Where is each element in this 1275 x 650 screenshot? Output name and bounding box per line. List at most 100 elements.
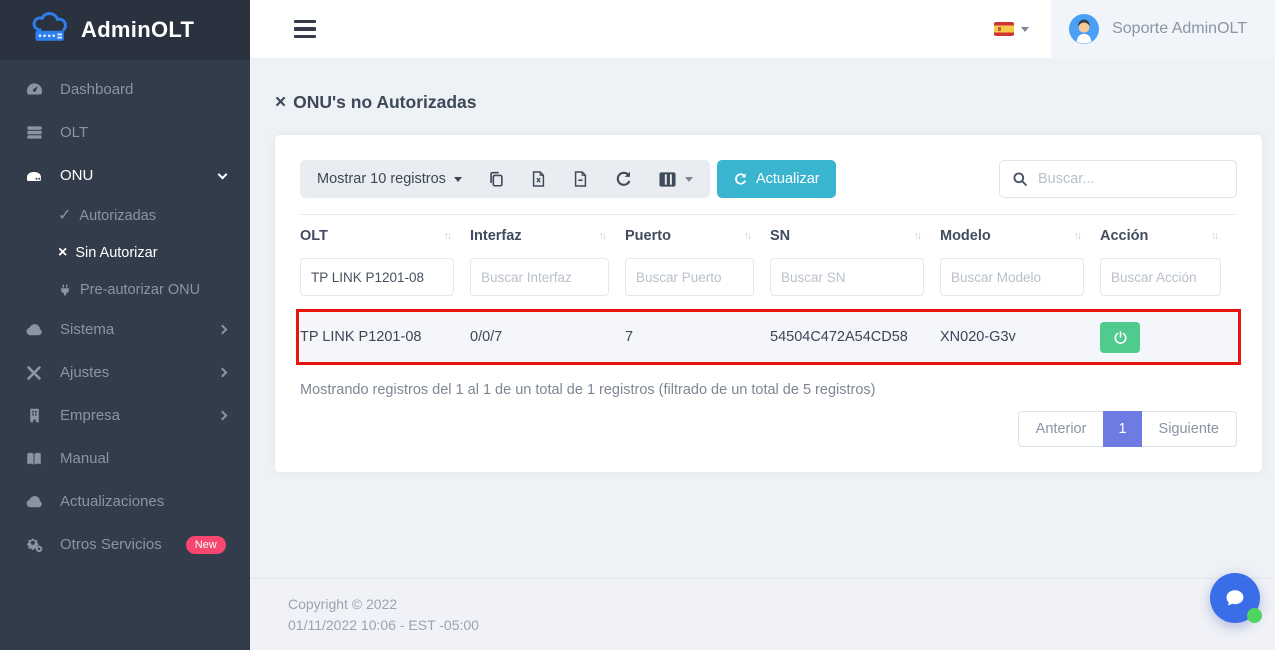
sidebar-item-manual[interactable]: Manual	[0, 437, 250, 480]
sidebar-item-ajustes[interactable]: Ajustes	[0, 351, 250, 394]
caret-down-icon	[454, 177, 462, 182]
footer: Copyright © 2022 01/11/2022 10:06 - EST …	[250, 578, 1275, 650]
toolbar-buttons-group: Mostrar 10 registros	[300, 160, 710, 198]
search-box	[999, 160, 1237, 198]
column-header-accion[interactable]: Acción↑↓	[1100, 228, 1237, 244]
chevron-right-icon	[218, 411, 228, 421]
filter-modelo-input[interactable]	[940, 258, 1084, 296]
sidebar-item-pre-autorizar[interactable]: Pre-autorizar ONU	[0, 271, 250, 308]
sidebar-item-onu[interactable]: ONU	[0, 154, 250, 197]
sidebar-nav: Dashboard OLT ONU ✓ Autorizadas × Sin Au…	[0, 60, 250, 566]
sidebar-item-label: Manual	[60, 450, 109, 467]
book-icon	[24, 450, 44, 468]
table-filter-row	[300, 255, 1237, 305]
caret-down-icon	[685, 177, 693, 182]
table-header-row: OLT↑↓ Interfaz↑↓ Puerto↑↓ SN↑↓ Modelo↑↓ …	[300, 214, 1237, 255]
sidebar-item-label: Actualizaciones	[60, 493, 164, 510]
cloud-upload-icon	[24, 492, 44, 511]
page-content: × ONU's no Autorizadas Mostrar 10 regist…	[250, 58, 1275, 578]
chevron-right-icon	[218, 368, 228, 378]
sort-icon: ↑↓	[599, 230, 606, 242]
table-toolbar: Mostrar 10 registros	[300, 160, 1237, 198]
new-badge: New	[186, 536, 226, 554]
copy-icon[interactable]	[487, 170, 505, 188]
sidebar-item-label: Autorizadas	[79, 208, 156, 224]
cell-sn: 54504C472A54CD58	[770, 329, 940, 345]
table-row[interactable]: TP LINK P1201-08 0/0/7 7 54504C472A54CD5…	[300, 312, 1237, 362]
table-row-wrapper: TP LINK P1201-08 0/0/7 7 54504C472A54CD5…	[300, 312, 1237, 362]
sidebar-item-label: Sistema	[60, 321, 114, 338]
plug-icon	[58, 283, 72, 297]
main-area: Soporte AdminOLT × ONU's no Autorizadas …	[250, 0, 1275, 650]
sidebar-item-sin-autorizar[interactable]: × Sin Autorizar	[0, 234, 250, 271]
hamburger-menu-icon[interactable]	[294, 20, 316, 39]
sidebar-item-label: Dashboard	[60, 81, 133, 98]
copyright-text: Copyright © 2022	[288, 596, 1275, 612]
olt-server-icon	[24, 123, 44, 142]
spain-flag-icon	[994, 22, 1014, 36]
sidebar: AdminOLT Dashboard OLT ONU ✓ Autorizadas	[0, 0, 250, 650]
sidebar-item-dashboard[interactable]: Dashboard	[0, 68, 250, 111]
refresh-icon[interactable]	[614, 170, 633, 189]
sidebar-item-olt[interactable]: OLT	[0, 111, 250, 154]
sidebar-item-sistema[interactable]: Sistema	[0, 308, 250, 351]
x-icon: ×	[58, 245, 67, 261]
topbar: Soporte AdminOLT	[250, 0, 1275, 58]
chevron-right-icon	[218, 325, 228, 335]
filter-puerto-input[interactable]	[625, 258, 754, 296]
sort-icon: ↑↓	[444, 230, 451, 242]
table-card: Mostrar 10 registros	[275, 135, 1262, 472]
sidebar-item-autorizadas[interactable]: ✓ Autorizadas	[0, 197, 250, 234]
excel-export-icon[interactable]	[530, 170, 547, 188]
sort-icon: ↑↓	[744, 230, 751, 242]
sidebar-item-label: ONU	[60, 167, 93, 184]
onu-device-icon	[24, 166, 44, 186]
building-icon	[24, 407, 44, 424]
search-icon	[1012, 171, 1028, 187]
cell-modelo: XN020-G3v	[940, 329, 1100, 345]
language-selector[interactable]	[994, 22, 1029, 36]
sidebar-item-label: Sin Autorizar	[75, 245, 157, 261]
pagination-page-1[interactable]: 1	[1103, 411, 1141, 447]
file-export-icon[interactable]	[572, 170, 589, 188]
cell-interfaz: 0/0/7	[470, 329, 625, 345]
sidebar-item-label: Empresa	[60, 407, 120, 424]
sidebar-item-empresa[interactable]: Empresa	[0, 394, 250, 437]
cell-accion	[1100, 322, 1237, 353]
columns-icon[interactable]	[658, 171, 693, 188]
gears-icon	[24, 535, 44, 554]
brand-name: AdminOLT	[81, 17, 194, 43]
page-title: × ONU's no Autorizadas	[275, 92, 1275, 113]
chevron-down-icon	[218, 169, 228, 179]
filter-interfaz-input[interactable]	[470, 258, 609, 296]
sort-icon: ↑↓	[1211, 230, 1218, 242]
sidebar-item-actualizaciones[interactable]: Actualizaciones	[0, 480, 250, 523]
column-header-olt[interactable]: OLT↑↓	[300, 228, 470, 244]
authorize-power-button[interactable]	[1100, 322, 1140, 353]
tools-icon	[24, 364, 44, 382]
actualizar-button[interactable]: Actualizar	[717, 160, 836, 198]
user-menu[interactable]: Soporte AdminOLT	[1051, 0, 1275, 58]
search-input[interactable]	[1038, 171, 1224, 187]
sidebar-item-label: OLT	[60, 124, 88, 141]
caret-down-icon	[1021, 27, 1029, 32]
page-length-select[interactable]: Mostrar 10 registros	[317, 171, 462, 187]
datetime-text: 01/11/2022 10:06 - EST -05:00	[288, 617, 1275, 633]
column-header-puerto[interactable]: Puerto↑↓	[625, 228, 770, 244]
sidebar-item-otros-servicios[interactable]: Otros Servicios New	[0, 523, 250, 566]
filter-sn-input[interactable]	[770, 258, 924, 296]
column-header-sn[interactable]: SN↑↓	[770, 228, 940, 244]
user-name: Soporte AdminOLT	[1112, 20, 1247, 38]
column-header-modelo[interactable]: Modelo↑↓	[940, 228, 1100, 244]
sort-icon: ↑↓	[1074, 230, 1081, 242]
check-icon: ✓	[58, 208, 71, 224]
filter-accion-input[interactable]	[1100, 258, 1221, 296]
filter-olt-input[interactable]	[300, 258, 454, 296]
chat-bubble-icon	[1222, 585, 1248, 611]
brand-logo[interactable]: AdminOLT	[0, 0, 250, 60]
column-header-interfaz[interactable]: Interfaz↑↓	[470, 228, 625, 244]
pagination: Anterior 1 Siguiente	[300, 411, 1237, 447]
chat-widget-button[interactable]	[1210, 573, 1260, 623]
pagination-next-button[interactable]: Siguiente	[1142, 411, 1237, 447]
pagination-prev-button[interactable]: Anterior	[1018, 411, 1104, 447]
